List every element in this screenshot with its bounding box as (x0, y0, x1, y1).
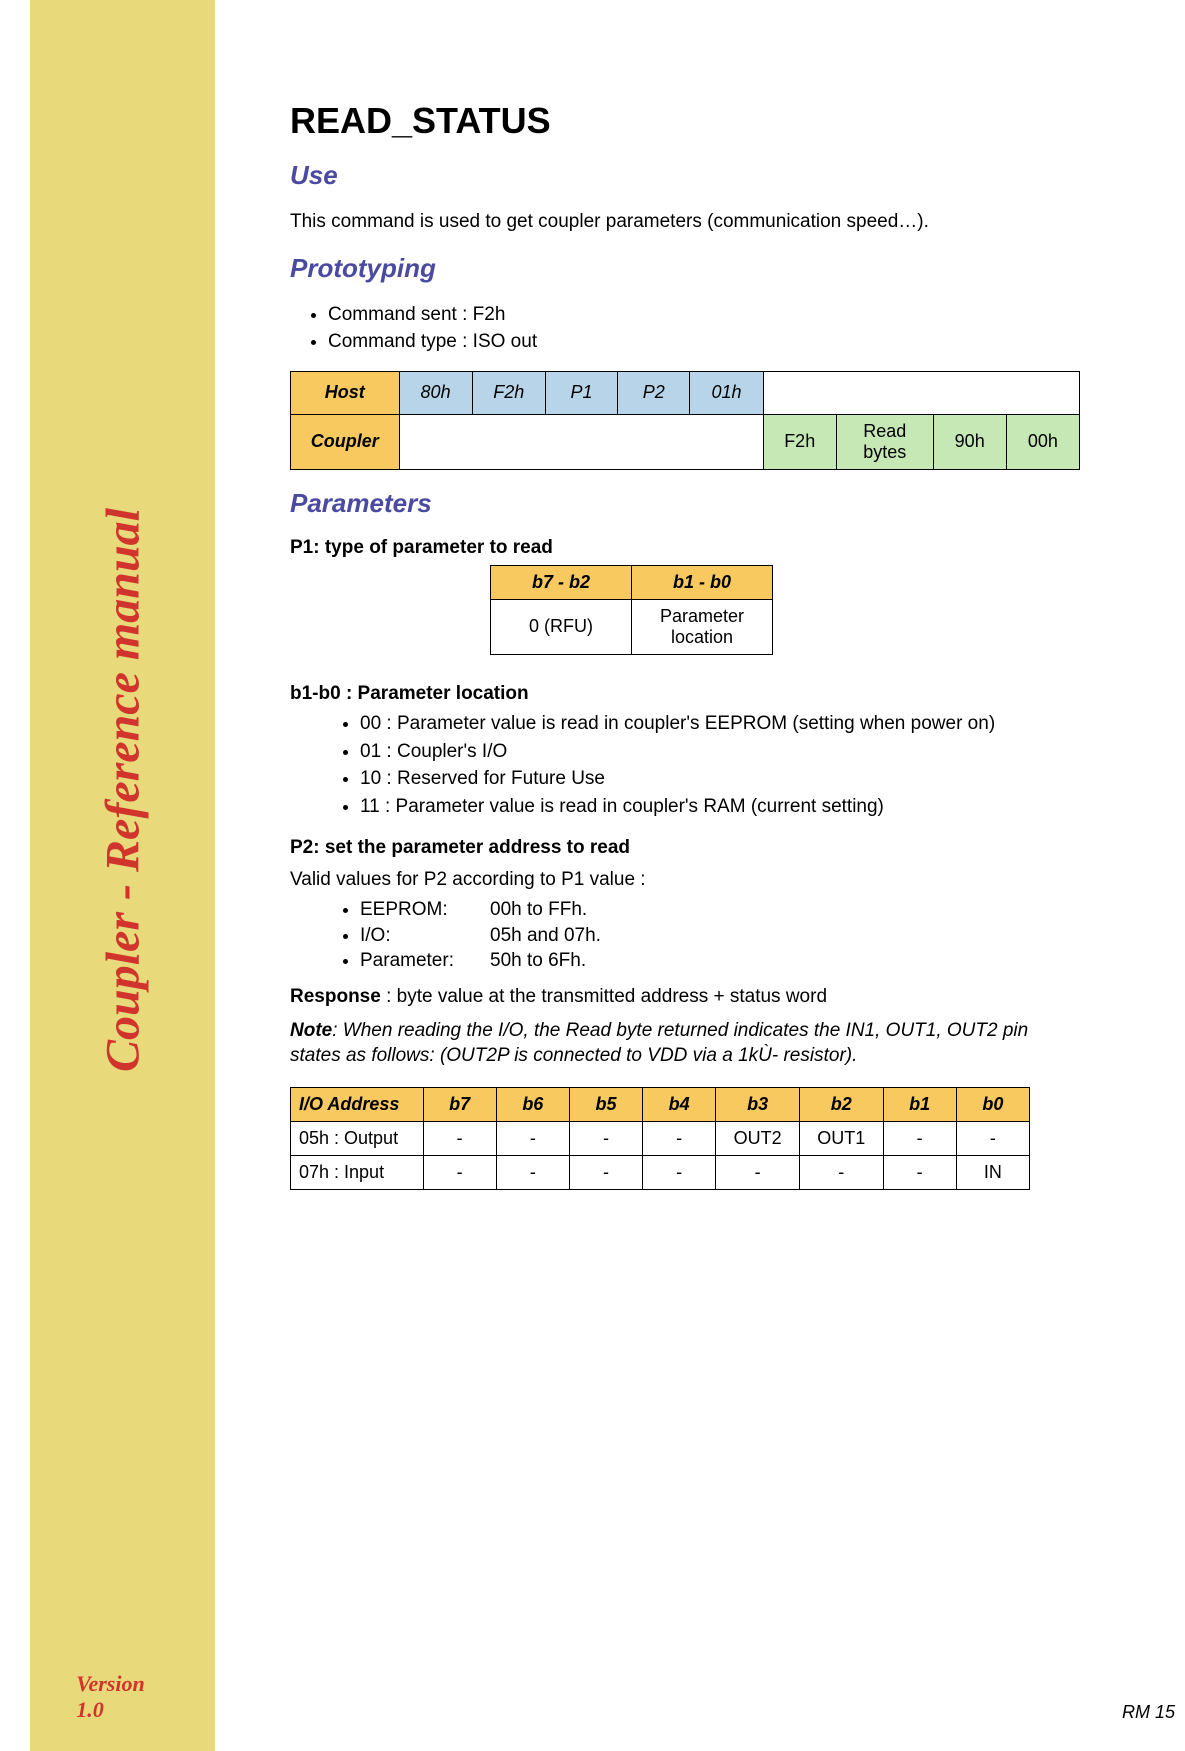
ioa-row-label: 07h : Input (291, 1155, 424, 1189)
coupler-cell: 90h (933, 414, 1006, 469)
coupler-cell: F2h (763, 414, 836, 469)
p2-row: Parameter:50h to 6Fh. (360, 948, 1080, 974)
use-text: This command is used to get coupler para… (290, 209, 1080, 235)
parameters-heading: Parameters (290, 488, 1080, 519)
ioa-cell: OUT2 (716, 1121, 800, 1155)
loc-item: 01 : Coupler's I/O (360, 739, 1080, 765)
host-cell: 01h (690, 371, 763, 414)
ioa-cell: - (643, 1155, 716, 1189)
note-line: Note: When reading the I/O, the Read byt… (290, 1018, 1080, 1069)
note-text: : When reading the I/O, the Read byte re… (290, 1020, 1028, 1067)
response-line: Response : byte value at the transmitted… (290, 984, 1080, 1010)
p1-cell: 0 (RFU) (491, 599, 632, 654)
ioa-cell: - (799, 1155, 883, 1189)
p1-header: b7 - b2 (491, 565, 632, 599)
ioa-header: b0 (956, 1087, 1029, 1121)
use-heading: Use (290, 160, 1080, 191)
response-text: : byte value at the transmitted address … (381, 986, 827, 1007)
ioa-header: I/O Address (291, 1087, 424, 1121)
p2-row: I/O:05h and 07h. (360, 923, 1080, 949)
ioa-cell: - (496, 1155, 569, 1189)
host-cell: F2h (472, 371, 545, 414)
p2-values: EEPROM:00h to FFh. I/O:05h and 07h. Para… (360, 897, 1080, 974)
ioa-header: b5 (569, 1087, 642, 1121)
p1-heading: P1: type of parameter to read (290, 537, 1080, 559)
ioa-cell: - (569, 1155, 642, 1189)
io-address-table: I/O Address b7 b6 b5 b4 b3 b2 b1 b0 05h … (290, 1087, 1030, 1190)
page-title: READ_STATUS (290, 100, 1080, 142)
ioa-cell: - (423, 1121, 496, 1155)
empty-cell (399, 414, 763, 469)
ioa-cell: OUT1 (799, 1121, 883, 1155)
coupler-cell: Read bytes (836, 414, 933, 469)
p1-header: b1 - b0 (632, 565, 773, 599)
loc-item: 00 : Parameter value is read in coupler'… (360, 711, 1080, 737)
page-number: RM 15 (1122, 1702, 1175, 1723)
ioa-row: 07h : Input - - - - - - - IN (291, 1155, 1030, 1189)
ioa-header: b7 (423, 1087, 496, 1121)
coupler-label-cell: Coupler (291, 414, 400, 469)
ioa-header: b2 (799, 1087, 883, 1121)
loc-list: 00 : Parameter value is read in coupler'… (360, 711, 1080, 820)
host-cell: 80h (399, 371, 472, 414)
ioa-header: b3 (716, 1087, 800, 1121)
p1-table: b7 - b2 b1 - b0 0 (RFU) Parameter locati… (490, 565, 773, 655)
sidebar: Coupler - Reference manual Version 1.0 (30, 0, 215, 1751)
version-label: Version 1.0 (76, 1671, 169, 1723)
empty-cell (763, 371, 1079, 414)
ioa-header: b6 (496, 1087, 569, 1121)
ioa-cell: - (643, 1121, 716, 1155)
ioa-cell: - (496, 1121, 569, 1155)
proto-bullet: Command sent : F2h (328, 302, 1080, 328)
loc-item: 10 : Reserved for Future Use (360, 766, 1080, 792)
prototyping-heading: Prototyping (290, 253, 1080, 284)
ioa-row-label: 05h : Output (291, 1121, 424, 1155)
p2-row: EEPROM:00h to FFh. (360, 897, 1080, 923)
proto-bullet: Command type : ISO out (328, 329, 1080, 355)
ioa-cell: - (423, 1155, 496, 1189)
response-label: Response (290, 986, 381, 1007)
ioa-cell: - (716, 1155, 800, 1189)
host-cell: P2 (618, 371, 690, 414)
proto-table: Host 80h F2h P1 P2 01h Coupler F2h Read … (290, 371, 1080, 470)
coupler-cell: 00h (1006, 414, 1079, 469)
page-content: READ_STATUS Use This command is used to … (290, 100, 1080, 1190)
proto-bullets: Command sent : F2h Command type : ISO ou… (328, 302, 1080, 355)
p1-cell: Parameter location (632, 599, 773, 654)
loc-item: 11 : Parameter value is read in coupler'… (360, 794, 1080, 820)
ioa-cell: IN (956, 1155, 1029, 1189)
ioa-cell: - (883, 1155, 956, 1189)
loc-heading: b1-b0 : Parameter location (290, 683, 1080, 705)
host-label-cell: Host (291, 371, 400, 414)
ioa-row: 05h : Output - - - - OUT2 OUT1 - - (291, 1121, 1030, 1155)
p2-heading: P2: set the parameter address to read (290, 837, 1080, 859)
ioa-cell: - (956, 1121, 1029, 1155)
ioa-header: b4 (643, 1087, 716, 1121)
ioa-cell: - (569, 1121, 642, 1155)
note-label: Note (290, 1020, 332, 1041)
host-cell: P1 (545, 371, 617, 414)
ioa-header: b1 (883, 1087, 956, 1121)
p2-intro: Valid values for P2 according to P1 valu… (290, 867, 1080, 893)
sidebar-title: Coupler - Reference manual (95, 508, 150, 1072)
ioa-cell: - (883, 1121, 956, 1155)
